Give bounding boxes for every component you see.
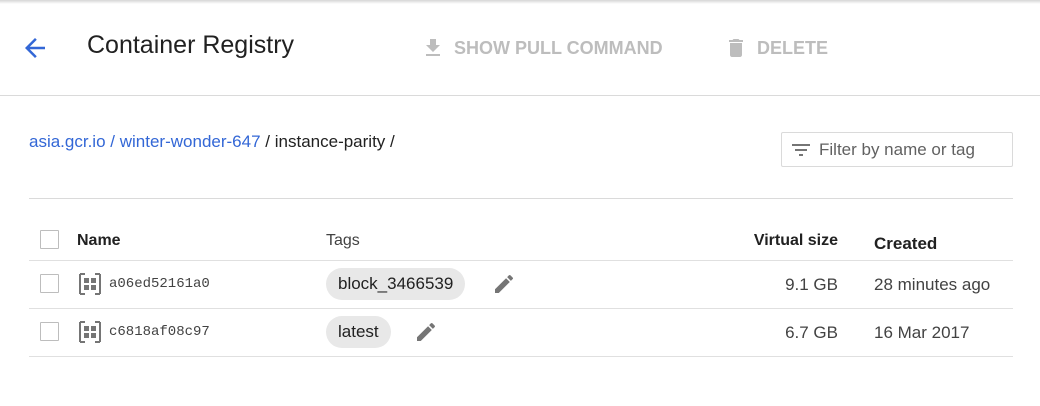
edit-pencil-icon[interactable] xyxy=(492,272,516,296)
images-table: Name Tags Virtual size Created a06ed5216… xyxy=(29,220,1013,357)
column-header-tags: Tags xyxy=(326,232,360,249)
column-header-created[interactable]: Created xyxy=(874,234,937,254)
tag-chip: latest xyxy=(326,316,391,348)
page-header: Container Registry SHOW PULL COMMAND DEL… xyxy=(0,0,1040,96)
breadcrumb-separator: / xyxy=(265,132,271,151)
column-header-name[interactable]: Name xyxy=(77,232,121,250)
table-row: c6818af08c97 latest 6.7 GB 16 Mar 2017 xyxy=(29,309,1013,357)
container-image-icon xyxy=(79,273,101,295)
filter-box[interactable] xyxy=(781,132,1013,167)
row-checkbox[interactable] xyxy=(40,322,59,341)
image-digest[interactable]: c6818af08c97 xyxy=(109,324,210,340)
container-image-icon xyxy=(79,321,101,343)
created-time: 28 minutes ago xyxy=(874,275,991,294)
virtual-size: 9.1 GB xyxy=(785,275,838,294)
table-row: a06ed52161a0 block_3466539 9.1 GB 28 min… xyxy=(29,261,1013,309)
row-checkbox[interactable] xyxy=(40,274,59,293)
breadcrumb: asia.gcr.io / winter-wonder-647 / instan… xyxy=(29,132,395,152)
table-header-row: Name Tags Virtual size Created xyxy=(29,220,1013,261)
show-pull-command-button[interactable]: SHOW PULL COMMAND xyxy=(421,36,663,60)
delete-button[interactable]: DELETE xyxy=(724,36,828,60)
image-digest[interactable]: a06ed52161a0 xyxy=(109,276,210,292)
breadcrumb-project[interactable]: winter-wonder-647 xyxy=(120,132,261,151)
delete-label: DELETE xyxy=(757,37,829,58)
breadcrumb-repository: instance-parity xyxy=(274,132,386,151)
download-icon xyxy=(426,39,440,56)
back-arrow-icon[interactable] xyxy=(20,33,50,63)
filter-list-icon xyxy=(792,143,810,156)
tag-chip: block_3466539 xyxy=(326,268,466,300)
breadcrumb-separator: / xyxy=(390,132,395,151)
show-pull-command-label: SHOW PULL COMMAND xyxy=(454,37,663,58)
breadcrumb-host[interactable]: asia.gcr.io xyxy=(29,132,106,151)
breadcrumb-separator: / xyxy=(110,132,116,151)
created-time: 16 Mar 2017 xyxy=(874,323,970,342)
trash-icon xyxy=(729,39,743,57)
virtual-size: 6.7 GB xyxy=(785,323,838,342)
page-title: Container Registry xyxy=(87,31,295,59)
column-header-virtual-size[interactable]: Virtual size xyxy=(754,232,838,250)
select-all-checkbox[interactable] xyxy=(40,230,59,249)
edit-pencil-icon[interactable] xyxy=(414,320,438,344)
section-divider xyxy=(29,198,1013,199)
filter-input[interactable] xyxy=(819,139,1009,160)
